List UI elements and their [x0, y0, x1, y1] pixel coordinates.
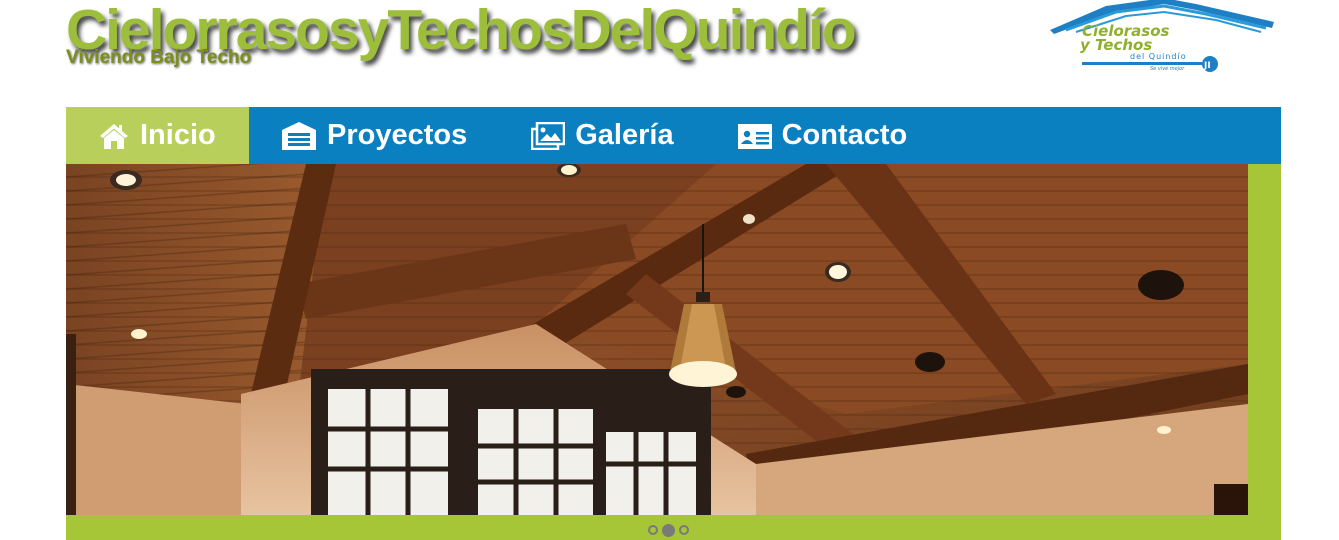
svg-text:del Quindío: del Quindío: [1130, 52, 1187, 61]
nav-item-proyectos[interactable]: Proyectos: [249, 107, 499, 164]
images-icon: [531, 121, 566, 150]
garage-icon: [281, 121, 317, 151]
slider-dot-1[interactable]: [648, 525, 658, 535]
company-logo[interactable]: Cielorasos y Techos del Quindío Se vive …: [1046, 0, 1278, 78]
slider-dot-2[interactable]: [662, 524, 675, 537]
image-slider: [66, 164, 1281, 540]
nav-label: Galería: [575, 119, 674, 151]
main-nav: Inicio Proyectos Galería Contacto: [66, 107, 1281, 164]
svg-text:JI: JI: [1203, 61, 1211, 71]
svg-text:Se vive mejor: Se vive mejor: [1150, 66, 1185, 72]
nav-label: Contacto: [781, 119, 908, 151]
contact-card-icon: [737, 123, 772, 149]
nav-label: Proyectos: [327, 119, 468, 151]
home-icon: [98, 122, 130, 150]
nav-item-contacto[interactable]: Contacto: [706, 107, 940, 164]
site-tagline: Viviendo Bajo Techo: [66, 47, 252, 68]
slider-pagination: [648, 524, 689, 537]
slide-image-wood-ceiling[interactable]: [66, 164, 1248, 515]
nav-label: Inicio: [140, 119, 216, 151]
slider-dot-3[interactable]: [679, 525, 689, 535]
nav-item-galeria[interactable]: Galería: [499, 107, 705, 164]
nav-item-inicio[interactable]: Inicio: [66, 107, 249, 164]
